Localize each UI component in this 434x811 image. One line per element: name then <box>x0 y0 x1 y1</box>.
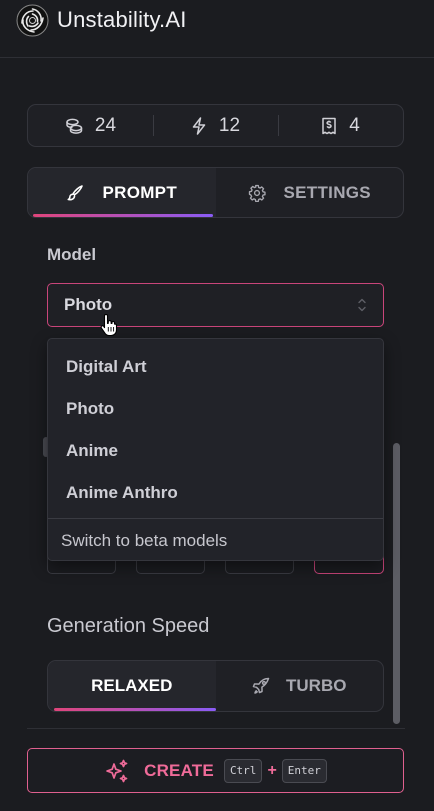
receipt-icon <box>321 117 337 135</box>
brush-icon <box>66 184 84 202</box>
generation-speed-toggle: RELAXED TURBO <box>47 660 384 712</box>
speed-turbo-label: TURBO <box>286 676 347 695</box>
coins-icon <box>65 117 83 135</box>
tab-settings-label: SETTINGS <box>283 182 371 202</box>
model-option[interactable]: Anime Anthro <box>66 483 178 503</box>
create-button[interactable]: CREATE Ctrl + Enter <box>27 748 404 793</box>
hand-pointer-icon <box>100 313 118 337</box>
app-header: Unstability.AI <box>0 0 434 58</box>
app-title[interactable]: Unstability.AI <box>57 7 187 33</box>
rocket-icon <box>252 677 270 695</box>
stat-energy: 12 <box>153 105 278 146</box>
create-label: CREATE <box>144 760 214 780</box>
stats-bar: 24 12 4 <box>27 104 404 147</box>
gear-icon <box>248 184 266 202</box>
tab-prompt[interactable]: PROMPT <box>28 168 216 217</box>
generation-speed-label: Generation Speed <box>47 615 210 637</box>
stat-receipts-value: 4 <box>349 114 360 136</box>
beta-models-link[interactable]: Switch to beta models <box>61 531 227 551</box>
main-tabs: PROMPT SETTINGS <box>27 167 404 218</box>
stat-credits: 24 <box>28 105 153 146</box>
stat-energy-value: 12 <box>218 114 241 136</box>
logo-icon[interactable] <box>16 4 49 37</box>
scrollbar[interactable] <box>393 443 400 724</box>
model-dropdown: Digital Art Photo Anime Anime Anthro Swi… <box>47 338 384 561</box>
tab-settings[interactable]: SETTINGS <box>216 168 404 217</box>
speed-relaxed-button[interactable]: RELAXED <box>48 661 216 711</box>
divider <box>27 728 405 729</box>
model-select-value: Photo <box>64 295 113 314</box>
lightning-icon <box>191 116 207 135</box>
model-option[interactable]: Anime <box>66 441 118 461</box>
model-select[interactable]: Photo <box>47 283 384 327</box>
model-label: Model <box>47 245 97 264</box>
sparkles-icon <box>104 759 130 783</box>
speed-relaxed-label: RELAXED <box>91 676 173 695</box>
stat-receipts: 4 <box>278 105 403 146</box>
model-option[interactable]: Photo <box>66 399 114 419</box>
shortcut-key-enter: Enter <box>281 758 327 783</box>
chevron-up-down-icon <box>357 296 367 314</box>
shortcut-key-ctrl: Ctrl <box>223 758 263 783</box>
model-option[interactable]: Digital Art <box>66 357 147 377</box>
speed-turbo-button[interactable]: TURBO <box>216 661 384 711</box>
stat-credits-value: 24 <box>94 114 117 136</box>
tab-prompt-label: PROMPT <box>102 182 178 202</box>
dropdown-divider <box>48 518 383 519</box>
shortcut-plus: + <box>267 761 277 779</box>
